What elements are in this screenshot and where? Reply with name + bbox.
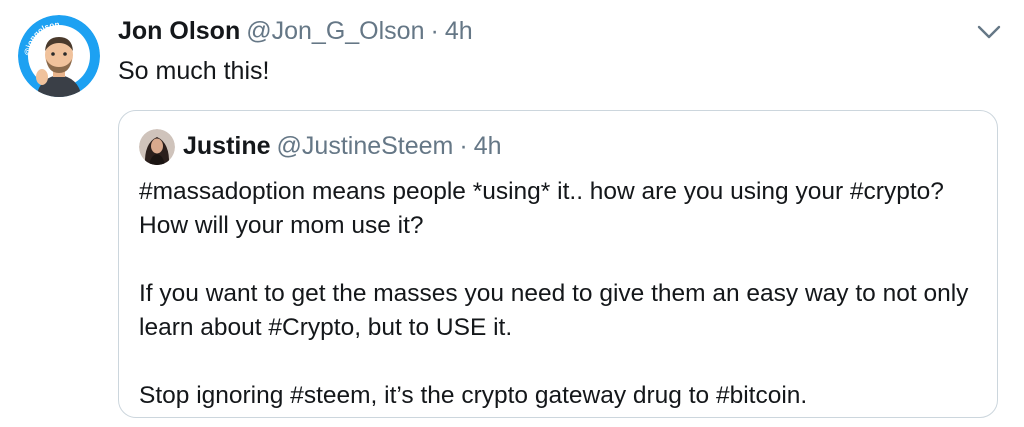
chevron-down-icon[interactable]	[976, 22, 1002, 42]
quoted-paragraph: #massadoption means people *using* it.. …	[139, 178, 944, 239]
quoted-author-handle[interactable]: @JustineSteem	[277, 132, 454, 160]
quoted-paragraph: Stop ignoring #steem, it’s the crypto ga…	[139, 382, 808, 409]
author-handle[interactable]: @Jon_G_Olson	[246, 17, 424, 45]
tweet-text: So much this!	[118, 57, 270, 85]
avatar-cartoon-icon: @jongolson	[18, 15, 100, 97]
quoted-author-avatar[interactable]	[139, 129, 175, 165]
quoted-header-separator: ·	[459, 132, 468, 160]
quoted-tweet-header: Justine @JustineSteem · 4h	[183, 128, 502, 164]
author-avatar[interactable]: @jongolson	[18, 15, 100, 97]
quoted-author-name[interactable]: Justine	[183, 132, 271, 160]
author-name[interactable]: Jon Olson	[118, 17, 240, 45]
tweet-header: Jon Olson @Jon_G_Olson · 4h	[118, 14, 473, 48]
avatar-photo-icon	[139, 129, 175, 165]
quoted-tweet[interactable]: Justine @JustineSteem · 4h #massadoption me…	[118, 110, 998, 418]
quoted-paragraph: If you want to get the masses you need t…	[139, 280, 969, 341]
header-separator: ·	[430, 17, 439, 45]
tweet[interactable]: @jongolson Jon Olson @Jon_G_Olson · 4h So m…	[0, 0, 1024, 427]
quoted-tweet-text: #massadoption means people *using* it.. …	[139, 175, 979, 413]
tweet-timestamp[interactable]: 4h	[445, 17, 473, 45]
quoted-tweet-timestamp[interactable]: 4h	[474, 132, 502, 160]
